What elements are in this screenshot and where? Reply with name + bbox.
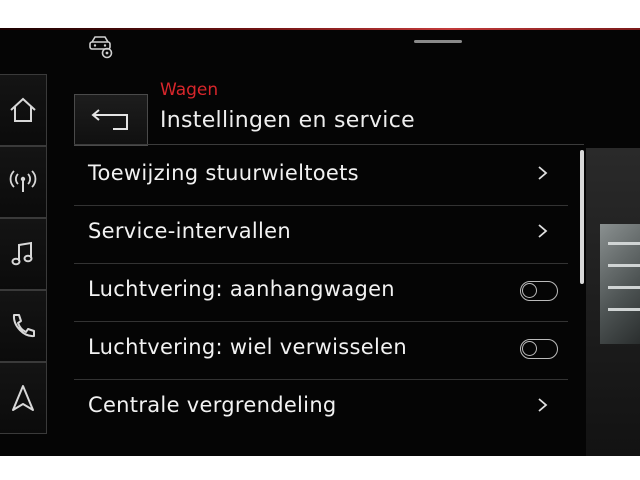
status-bar — [0, 30, 640, 68]
sidebar — [0, 74, 48, 434]
home-icon — [10, 97, 36, 122]
sidebar-item-phone[interactable] — [0, 290, 47, 362]
wiel-verwisselen-toggle[interactable] — [520, 339, 558, 359]
car-settings-icon[interactable] — [88, 34, 116, 60]
breadcrumb[interactable]: Wagen — [160, 80, 218, 100]
car-preview-image — [600, 224, 640, 344]
page-header: Wagen Instellingen en service — [74, 78, 584, 148]
phone-icon — [12, 314, 35, 338]
back-button[interactable] — [74, 94, 148, 146]
infotainment-screen: Wagen Instellingen en service Toewijzing… — [0, 28, 640, 456]
scrollbar[interactable] — [580, 150, 584, 284]
music-icon — [11, 241, 33, 266]
car-detail — [608, 286, 640, 289]
chevron-right-icon — [538, 224, 548, 238]
toggle-knob — [522, 341, 537, 356]
navigation-icon — [12, 385, 34, 411]
sidebar-item-radio[interactable] — [0, 146, 47, 218]
list-item-luchtvering-wiel-verwisselen[interactable]: Luchtvering: wiel verwisselen — [74, 322, 568, 380]
list-item-label: Luchtvering: aanhangwagen — [88, 277, 395, 301]
list-item-label: Luchtvering: wiel verwisselen — [88, 335, 407, 359]
chevron-right-icon — [538, 398, 548, 412]
pull-down-handle[interactable] — [414, 40, 462, 43]
back-arrow-icon — [91, 109, 128, 130]
sidebar-item-navigation[interactable] — [0, 362, 47, 434]
list-item-label: Service-intervallen — [88, 219, 292, 243]
car-detail — [608, 264, 640, 267]
list-item-toewijzing-stuurwieltoets[interactable]: Toewijzing stuurwieltoets — [74, 148, 568, 206]
page-title: Instellingen en service — [160, 108, 415, 133]
header-divider — [74, 144, 584, 145]
aanhangwagen-toggle[interactable] — [520, 281, 558, 301]
car-detail — [608, 242, 640, 245]
list-item-luchtvering-aanhangwagen[interactable]: Luchtvering: aanhangwagen — [74, 264, 568, 322]
sidebar-item-music[interactable] — [0, 218, 47, 290]
sidebar-item-home[interactable] — [0, 74, 47, 146]
list-item-service-intervallen[interactable]: Service-intervallen — [74, 206, 568, 264]
list-item-label: Centrale vergrendeling — [88, 393, 337, 417]
list-item-centrale-vergrendeling[interactable]: Centrale vergrendeling — [74, 380, 568, 438]
radio-icon — [9, 170, 37, 192]
list-item-label: Toewijzing stuurwieltoets — [88, 161, 359, 185]
toggle-knob — [522, 283, 537, 298]
car-detail — [608, 308, 640, 311]
chevron-right-icon — [538, 166, 548, 180]
